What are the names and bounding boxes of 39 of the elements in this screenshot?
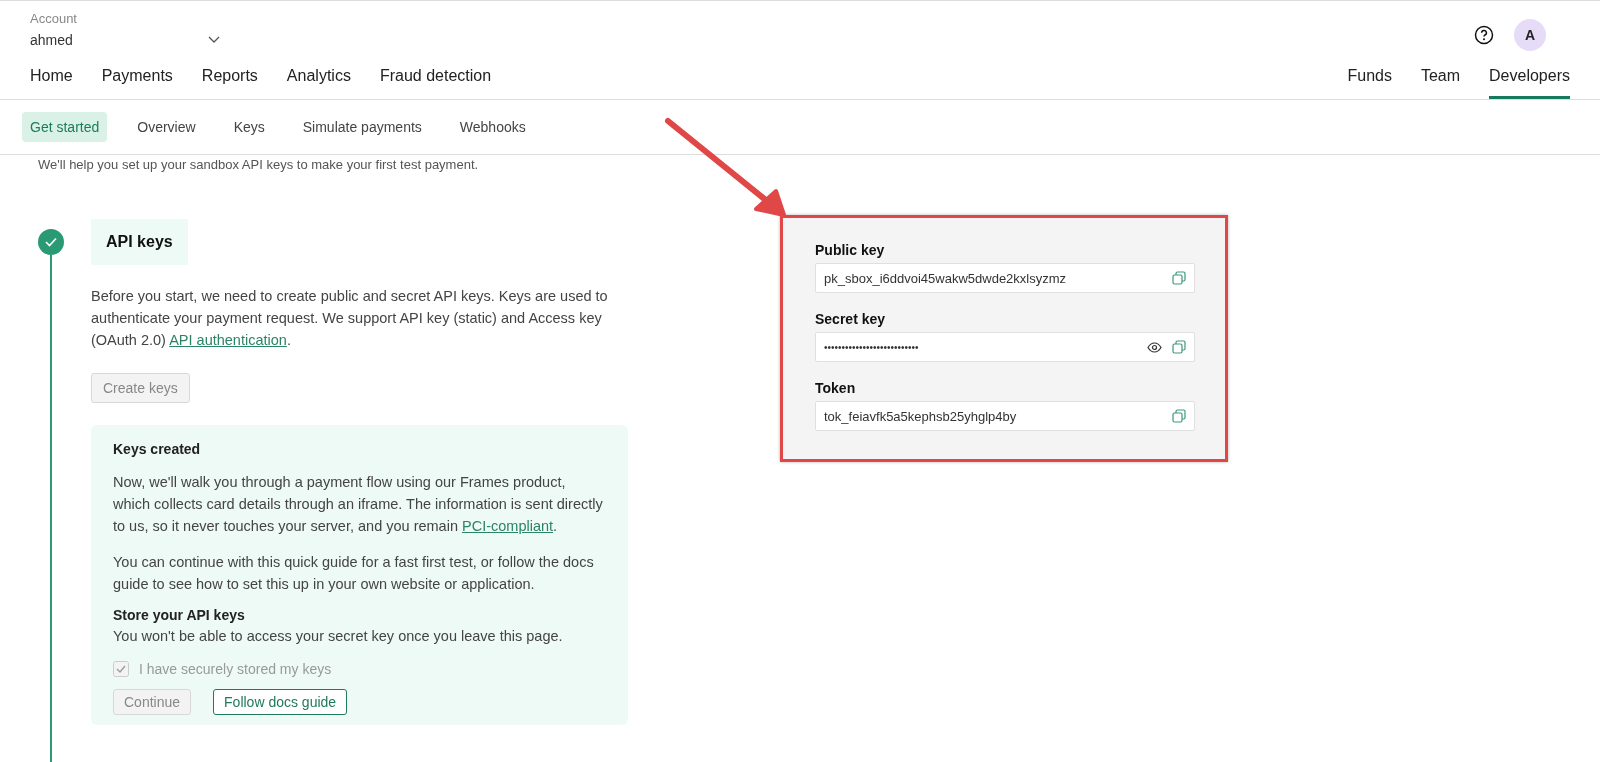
nav-tab[interactable]: Fraud detection — [379, 65, 492, 99]
eye-icon[interactable] — [1147, 341, 1162, 353]
avatar[interactable]: A — [1514, 19, 1546, 51]
key-field[interactable]: pk_sbox_i6ddvoi45wakw5dwde2kxlsyzmz — [815, 263, 1195, 293]
subnav-tab[interactable]: Simulate payments — [294, 112, 430, 142]
store-keys-note: You won't be able to access your secret key once you leave this page. — [113, 627, 564, 646]
field-label: Token — [815, 380, 857, 396]
help-icon[interactable] — [1474, 25, 1494, 45]
nav-tab[interactable]: Home — [30, 65, 73, 99]
nav-tab[interactable]: Funds — [1347, 65, 1392, 99]
subnav-tab[interactable]: Get started — [22, 112, 108, 142]
field-label: Public key — [815, 242, 886, 258]
store-keys-heading: Store your API keys — [113, 607, 246, 623]
account-label: Account — [30, 11, 78, 26]
field-label: Secret key — [815, 311, 887, 327]
nav-tab[interactable]: Payments — [101, 65, 173, 99]
subnav-tab[interactable]: Webhooks — [451, 112, 534, 142]
card-text: You can continue with this quick guide for a fast first test, or follow the docs guide to see how to set this up in your own website or application. — [113, 553, 595, 594]
step-title: API keys — [91, 219, 188, 265]
key-field[interactable]: ••••••••••••••••••••••••••• — [815, 332, 1195, 362]
card-title: Keys created — [113, 441, 202, 457]
card-button[interactable]: Follow docs guide — [213, 689, 348, 715]
nav-tab[interactable]: Developers — [1489, 65, 1570, 99]
key-field[interactable]: tok_feiavfk5a5kephsb25yhglp4by — [815, 401, 1195, 431]
copy-icon[interactable] — [1172, 271, 1186, 285]
copy-icon[interactable] — [1172, 409, 1186, 423]
card-text: Now, we'll walk you through a payment flow using our Frames product, which collects card details through an iframe. The information is sent directly to us, so it never touches your server, and you remain PCI-compliant. — [113, 473, 604, 536]
api-authentication-link[interactable]: API authentication — [169, 332, 287, 348]
subnav-tab[interactable]: Keys — [225, 112, 273, 142]
nav-tab[interactable]: Team — [1420, 65, 1461, 99]
description-text: Before you start, we need to create public and secret API keys. Keys are used to authenticate your payment request. We support API key (static) and Access key (OAuth 2.0) API authentication. — [91, 287, 609, 350]
intro-text: We'll help you set up your sandbox API keys to make your first test payment. — [38, 157, 480, 173]
chevron-down-icon — [208, 36, 220, 44]
checkbox-label: I have securely stored my keys — [139, 661, 332, 677]
nav-tab[interactable]: Analytics — [286, 65, 351, 99]
nav-tab[interactable]: Reports — [201, 65, 258, 99]
copy-icon[interactable] — [1172, 340, 1186, 354]
subnav-tab[interactable]: Overview — [129, 112, 204, 142]
account-dropdown[interactable]: ahmed — [30, 26, 220, 48]
